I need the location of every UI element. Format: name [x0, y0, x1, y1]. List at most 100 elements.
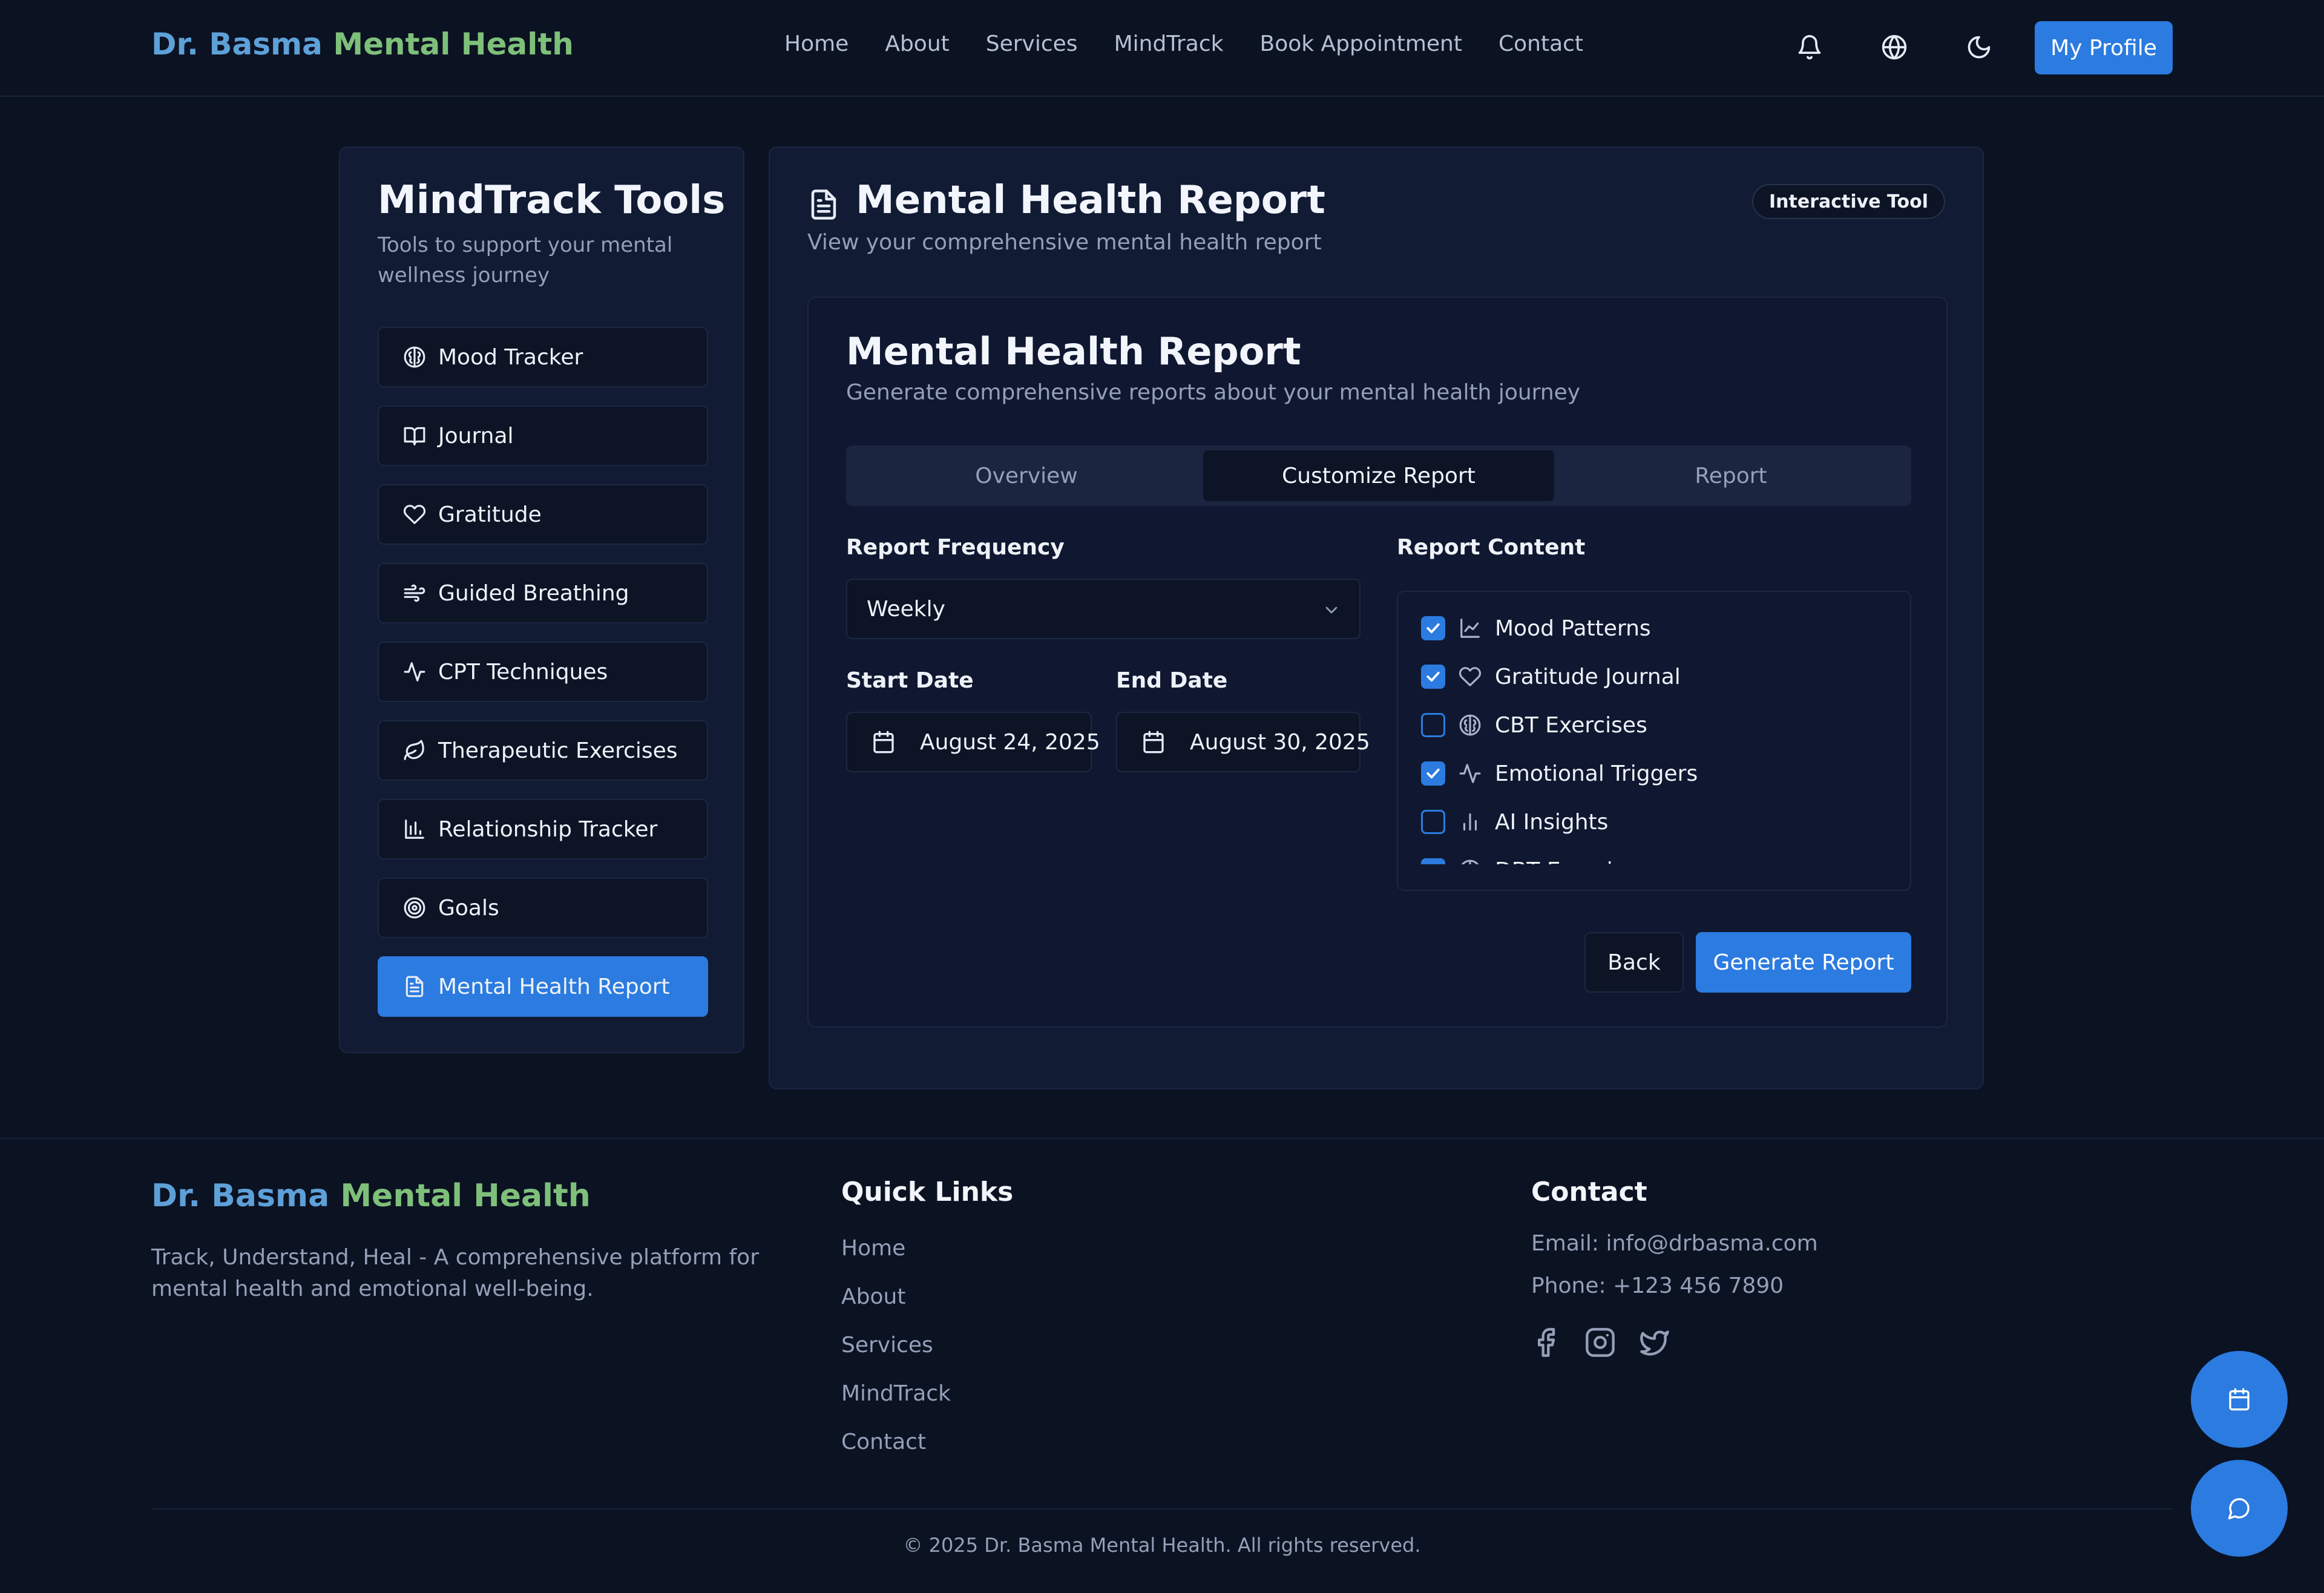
interactive-tool-badge: Interactive Tool	[1752, 184, 1945, 219]
my-profile-button[interactable]: My Profile	[2035, 21, 2173, 74]
content-item-label: AI Insights	[1495, 809, 1609, 835]
heart-icon	[1459, 665, 1482, 688]
card-title: Mental Health Report	[846, 329, 1301, 373]
chat-fab[interactable]	[2191, 1460, 2288, 1557]
footer-link-contact[interactable]: Contact	[841, 1430, 926, 1454]
report-content-list[interactable]: Mood Patterns Gratitude Journal CBT Exer…	[1397, 591, 1911, 891]
calendar-icon	[872, 730, 896, 754]
start-date-value: August 24, 2025	[920, 729, 1100, 755]
checkbox-checked[interactable]	[1421, 761, 1445, 786]
file-text-icon	[807, 186, 840, 223]
line-chart-icon	[1459, 617, 1482, 640]
tab-overview[interactable]: Overview	[851, 450, 1202, 501]
sidebar-item-label: Relationship Tracker	[438, 816, 658, 842]
sidebar-item-cpt-techniques[interactable]: CPT Techniques	[378, 642, 708, 702]
book-icon	[403, 424, 426, 447]
start-date-picker[interactable]: August 24, 2025	[846, 712, 1100, 772]
footer-brand: Dr. Basma Mental Health	[151, 1178, 591, 1214]
sidebar-item-label: CPT Techniques	[438, 659, 608, 685]
checkbox-checked[interactable]	[1421, 858, 1445, 864]
sidebar-item-journal[interactable]: Journal	[378, 406, 708, 466]
sidebar-item-label: Therapeutic Exercises	[438, 738, 678, 763]
checkbox-checked[interactable]	[1421, 616, 1445, 640]
content-item-ai-insights[interactable]: AI Insights	[1421, 804, 1608, 840]
end-date-value: August 30, 2025	[1190, 729, 1370, 755]
nav-home[interactable]: Home	[784, 31, 849, 56]
sidebar-item-guided-breathing[interactable]: Guided Breathing	[378, 563, 708, 623]
twitter-icon[interactable]	[1639, 1327, 1670, 1358]
copyright: © 2025 Dr. Basma Mental Health. All righ…	[903, 1534, 1421, 1557]
nav-about[interactable]: About	[885, 31, 949, 56]
generate-report-button[interactable]: Generate Report	[1696, 932, 1911, 993]
content-item-mood-patterns[interactable]: Mood Patterns	[1421, 610, 1651, 646]
footer-description: Track, Understand, Heal - A comprehensiv…	[151, 1245, 760, 1301]
report-content-scroll: Mood Patterns Gratitude Journal CBT Exer…	[1421, 610, 1881, 864]
sidebar-item-goals[interactable]: Goals	[378, 878, 708, 938]
footer-link-about[interactable]: About	[841, 1284, 905, 1309]
report-card: Mental Health Report Generate comprehens…	[807, 297, 1948, 1028]
sidebar-item-mood-tracker[interactable]: Mood Tracker	[378, 327, 708, 387]
content-item-emotional-triggers[interactable]: Emotional Triggers	[1421, 755, 1698, 792]
content-item-label: Mood Patterns	[1495, 616, 1651, 641]
footer-link-mindtrack[interactable]: MindTrack	[841, 1381, 951, 1406]
sidebar-item-label: Mental Health Report	[438, 974, 670, 999]
wind-icon	[403, 582, 426, 605]
content-item-gratitude-journal[interactable]: Gratitude Journal	[1421, 659, 1681, 695]
sidebar-item-therapeutic-exercises[interactable]: Therapeutic Exercises	[378, 720, 708, 781]
brain-icon	[403, 346, 426, 369]
moon-icon[interactable]	[1966, 34, 1992, 61]
sidebar-item-label: Mood Tracker	[438, 344, 583, 370]
instagram-icon[interactable]	[1584, 1327, 1616, 1358]
bar-chart-icon	[403, 818, 426, 841]
nav-mindtrack[interactable]: MindTrack	[1114, 31, 1224, 56]
tab-report[interactable]: Report	[1555, 450, 1906, 501]
nav-services[interactable]: Services	[986, 31, 1078, 56]
footer: Dr. Basma Mental Health Track, Understan…	[0, 1138, 2324, 1593]
checkbox-unchecked[interactable]	[1421, 713, 1445, 737]
activity-icon	[1459, 762, 1482, 785]
facebook-icon[interactable]	[1530, 1327, 1561, 1358]
report-frequency-label: Report Frequency	[846, 535, 1065, 560]
contact-phone: Phone: +123 456 7890	[1531, 1273, 1784, 1298]
contact-title: Contact	[1531, 1177, 1647, 1207]
brand-logo[interactable]: Dr. Basma Mental Health	[151, 27, 574, 62]
sidebar-item-mental-health-report[interactable]: Mental Health Report	[378, 956, 708, 1017]
content-item-label: Gratitude Journal	[1495, 664, 1681, 689]
sidebar-item-relationship-tracker[interactable]: Relationship Tracker	[378, 799, 708, 859]
quick-links-title: Quick Links	[841, 1177, 1014, 1207]
checkbox-unchecked[interactable]	[1421, 810, 1445, 834]
nav-book-appointment[interactable]: Book Appointment	[1260, 31, 1462, 56]
sidebar-item-label: Journal	[438, 423, 514, 448]
checkbox-checked[interactable]	[1421, 665, 1445, 689]
heart-icon	[403, 503, 426, 526]
report-content-label: Report Content	[1397, 535, 1586, 560]
sidebar-item-gratitude[interactable]: Gratitude	[378, 484, 708, 545]
footer-brand-part1: Dr. Basma	[151, 1178, 330, 1214]
sidebar-subtitle: Tools to support your mental wellness jo…	[378, 233, 673, 287]
globe-icon[interactable]	[1881, 34, 1908, 61]
end-date-picker[interactable]: August 30, 2025	[1116, 712, 1370, 772]
tab-customize-report[interactable]: Customize Report	[1203, 450, 1554, 501]
sidebar-item-label: Guided Breathing	[438, 580, 629, 606]
footer-link-services[interactable]: Services	[841, 1333, 933, 1358]
book-appointment-fab[interactable]	[2191, 1351, 2288, 1448]
start-date-label: Start Date	[846, 668, 974, 693]
content-item-label: DBT Exercises	[1495, 858, 1649, 865]
report-frequency-select[interactable]: Weekly	[846, 579, 1361, 639]
bell-icon[interactable]	[1796, 34, 1823, 61]
content-item-label: Emotional Triggers	[1495, 761, 1698, 786]
page-subtitle: View your comprehensive mental health re…	[807, 230, 1322, 255]
activity-icon	[403, 660, 426, 683]
calendar-icon	[2227, 1387, 2251, 1411]
back-button[interactable]: Back	[1584, 932, 1684, 993]
footer-link-home[interactable]: Home	[841, 1236, 905, 1261]
content-item-dbt-exercises[interactable]: DBT Exercises	[1421, 852, 1649, 864]
page-title: Mental Health Report	[856, 178, 1325, 223]
calendar-icon	[1141, 730, 1166, 754]
brain-icon	[1459, 859, 1482, 864]
brand-name-part2: Mental Health	[333, 27, 574, 62]
main-panel: Mental Health Report View your comprehen…	[769, 146, 1984, 1089]
nav-contact[interactable]: Contact	[1498, 31, 1583, 56]
content-item-cbt-exercises[interactable]: CBT Exercises	[1421, 707, 1647, 743]
chat-icon	[2227, 1496, 2251, 1520]
